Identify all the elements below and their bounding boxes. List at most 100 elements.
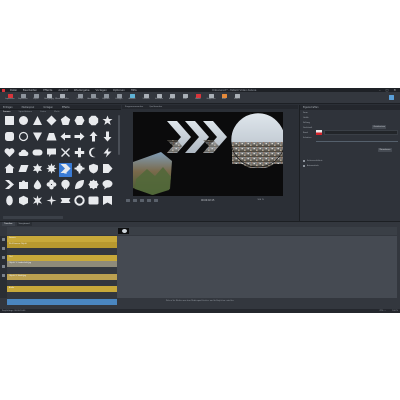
shape-arrow-right[interactable]: [73, 131, 86, 145]
toolbar-button-end[interactable]: Ende: [179, 93, 191, 103]
play-icon[interactable]: [126, 198, 130, 202]
toolbar-button-start[interactable]: Anfang: [166, 93, 178, 103]
toolbar-button-redo[interactable]: Wiederherstellen: [55, 93, 69, 103]
toolbar-button-select[interactable]: Auswahl: [126, 93, 138, 103]
shape-star[interactable]: [101, 115, 114, 129]
toolbar-button-paste[interactable]: Einfügen: [113, 93, 125, 103]
shape-seal[interactable]: [87, 179, 100, 193]
video-canvas[interactable]: [133, 112, 283, 196]
toolbar-button-export[interactable]: Exportieren: [17, 93, 29, 103]
tab-program-monitor[interactable]: Programmmonitor: [125, 106, 143, 108]
shape-chevron-right[interactable]: [3, 179, 16, 193]
tab-insert[interactable]: Einfügen: [3, 106, 13, 109]
tab-storyboard[interactable]: Storyboard: [16, 222, 32, 226]
toolbar-button-trim[interactable]: Trimmen: [140, 93, 152, 103]
shape-cross[interactable]: [59, 147, 72, 161]
stop-icon[interactable]: [133, 198, 137, 202]
tab-media-pool[interactable]: Medienpool: [22, 106, 35, 109]
timeline-track[interactable]: Audio: [7, 286, 117, 292]
shape-cog[interactable]: [73, 163, 86, 177]
shape-cloud[interactable]: [17, 147, 30, 161]
next-icon[interactable]: [147, 198, 151, 202]
shape-octagon[interactable]: [87, 115, 100, 129]
shape-lightning[interactable]: [101, 147, 114, 161]
shape-arrow-up[interactable]: [87, 131, 100, 145]
shape-plus[interactable]: [73, 147, 86, 161]
shape-flower[interactable]: [45, 179, 58, 193]
shape-parallelogram[interactable]: [17, 163, 30, 177]
shape-rounded-rect[interactable]: [31, 147, 44, 161]
shape-rounded-square[interactable]: [3, 131, 16, 145]
shape-tag[interactable]: [101, 163, 114, 177]
shapes-scrollbar[interactable]: [118, 115, 120, 155]
shape-house[interactable]: [3, 163, 16, 177]
shape-circle-outline[interactable]: [17, 131, 30, 145]
shape-square[interactable]: [3, 115, 16, 129]
clip-thumbnail[interactable]: [118, 228, 129, 234]
tab-effects[interactable]: Effekte: [62, 106, 70, 109]
toolbar-button-delete[interactable]: Löschen: [74, 93, 86, 103]
timeline-track[interactable]: Objekt 2: Stadt.jpg: [7, 274, 117, 280]
fill-value-field[interactable]: [324, 130, 398, 135]
toolbar-button-group[interactable]: Gruppieren: [205, 93, 217, 103]
shape-circle[interactable]: [17, 115, 30, 129]
timeline-track[interactable]: Pfeil Formen Objekt: [7, 242, 117, 248]
toolbar-button-project[interactable]: Projekt: [30, 93, 42, 103]
toolbar-button-import[interactable]: Importieren: [4, 93, 16, 103]
fill-color-swatch[interactable]: [316, 130, 322, 135]
shape-ribbon[interactable]: [59, 195, 72, 209]
shape-leaf[interactable]: [73, 179, 86, 193]
shape-sparkle[interactable]: [45, 195, 58, 209]
shape-cube[interactable]: [17, 195, 30, 209]
shape-plaque[interactable]: [87, 195, 100, 209]
toolbar-button-cut[interactable]: Ausschneiden: [87, 93, 99, 103]
shape-diamond[interactable]: [45, 115, 58, 129]
shape-chevron[interactable]: Pfeil: [59, 163, 72, 177]
timeline-track[interactable]: Objekt 1: Landschaft.jpg: [7, 261, 117, 267]
shape-shield[interactable]: [87, 163, 100, 177]
previous-icon[interactable]: [140, 198, 144, 202]
subtab-arrows[interactable]: Pfeile: [54, 111, 59, 113]
tab-templates[interactable]: Vorlagen: [43, 106, 53, 109]
reset-button[interactable]: Zurücksetzen: [372, 125, 387, 129]
shape-trapezoid[interactable]: [45, 131, 58, 145]
shape-badge[interactable]: [59, 179, 72, 193]
shape-hexagon[interactable]: [73, 115, 86, 129]
subtab-lines[interactable]: Linien: [40, 111, 46, 113]
empty-track-area[interactable]: [117, 236, 397, 298]
shape-pentagon[interactable]: [59, 115, 72, 129]
shape-puzzle[interactable]: [17, 179, 30, 193]
selected-clip[interactable]: [7, 299, 117, 305]
shape-ring[interactable]: [73, 195, 86, 209]
toolbar-button-mixer[interactable]: Mixer: [218, 93, 230, 103]
shape-heart[interactable]: [3, 147, 16, 161]
loop-icon[interactable]: [154, 198, 158, 202]
shape-star6[interactable]: [31, 163, 44, 177]
shape-callout[interactable]: [45, 147, 58, 161]
toolbar-button-marker[interactable]: Marker: [192, 93, 204, 103]
toolbar-button-undo[interactable]: Rückgängig: [43, 93, 55, 103]
shape-moon[interactable]: [87, 147, 100, 161]
apply-button[interactable]: Übernehmen: [378, 148, 392, 152]
subtab-callouts[interactable]: Sprechblasen: [19, 111, 33, 113]
timeline-ruler[interactable]: [7, 227, 397, 235]
shape-triangle[interactable]: [31, 115, 44, 129]
shape-arrow-left[interactable]: [59, 131, 72, 145]
shape-arrow-down[interactable]: [101, 131, 114, 145]
zoom-level[interactable]: 100 %: [257, 199, 263, 201]
tab-timeline[interactable]: Timeline: [2, 222, 15, 226]
tab-source-monitor[interactable]: Quellmonitor: [149, 106, 162, 108]
subtab-shapes[interactable]: Formen: [3, 111, 11, 113]
fullscreen-icon[interactable]: [389, 95, 394, 100]
toolbar-button-fx[interactable]: Effekte: [231, 93, 243, 103]
shape-oval-tall[interactable]: [3, 195, 16, 209]
toolbar-button-copy[interactable]: Kopieren: [100, 93, 112, 103]
shape-star8[interactable]: [45, 163, 58, 177]
opacity-slider[interactable]: [316, 141, 398, 142]
shape-burst[interactable]: [31, 195, 44, 209]
shape-bubble[interactable]: [101, 179, 114, 193]
shape-banner[interactable]: [101, 195, 114, 209]
shape-triangle-down[interactable]: [31, 131, 44, 145]
shape-droplet[interactable]: [31, 179, 44, 193]
toolbar-button-split[interactable]: Schneiden: [153, 93, 165, 103]
